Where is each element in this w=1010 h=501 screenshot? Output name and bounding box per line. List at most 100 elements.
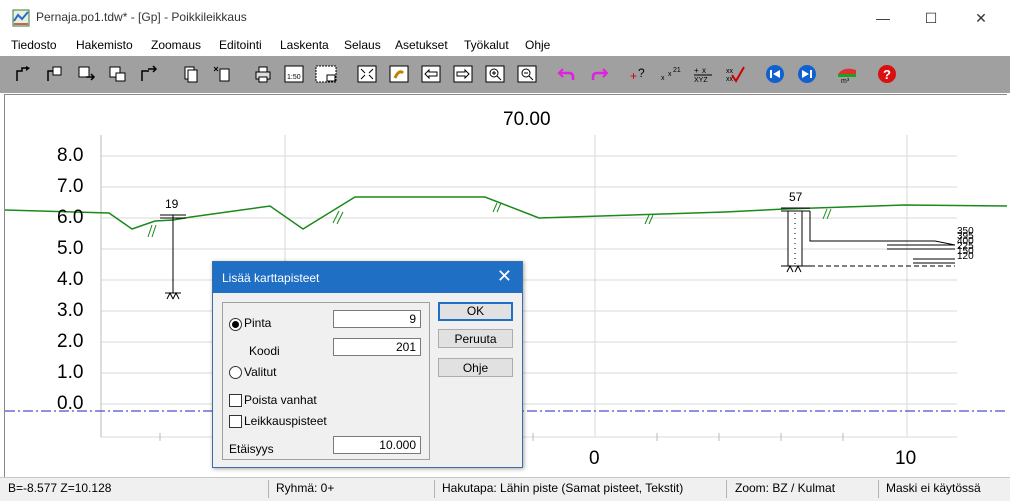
zoom-in-icon[interactable] <box>484 63 506 85</box>
pinta-input[interactable] <box>333 310 421 328</box>
y-tick-label: 8.0 <box>57 145 84 166</box>
radio-valitut[interactable] <box>229 366 242 379</box>
window-title: Pernaja.po1.tdw* - [Gp] - Poikkileikkaus <box>36 10 247 24</box>
status-zoom: Zoom: BZ / Kulmat <box>735 481 836 495</box>
menu-tiedosto[interactable]: Tiedosto <box>11 38 57 52</box>
ok-button[interactable]: OK <box>438 302 513 321</box>
menu-hakemisto[interactable]: Hakemisto <box>76 38 133 52</box>
number-points-icon[interactable]: x x 21 <box>660 63 682 85</box>
svg-text:xx: xx <box>726 68 734 75</box>
save-as-icon[interactable] <box>107 63 129 85</box>
title-bar: Pernaja.po1.tdw* - [Gp] - Poikkileikkaus… <box>0 0 1010 36</box>
poista-vanhat-label: Poista vanhat <box>244 393 317 407</box>
open-alt-icon[interactable] <box>44 63 66 85</box>
undo-icon[interactable] <box>556 63 578 85</box>
point-number-right: 57 <box>789 190 803 204</box>
dialog-title: Lisää karttapisteet <box>222 271 320 285</box>
ground-line <box>5 196 1007 230</box>
save-icon[interactable] <box>76 63 98 85</box>
copy-icon[interactable] <box>180 63 202 85</box>
page-layout-icon[interactable] <box>315 63 337 85</box>
etaisyys-label: Etäisyys <box>229 442 274 456</box>
koodi-label: Koodi <box>249 344 280 358</box>
y-tick-label: 5.0 <box>57 238 84 259</box>
status-mask: Maski ei käytössä <box>886 481 981 495</box>
x-tick-label: 0 <box>589 448 600 469</box>
help-button[interactable]: Ohje <box>438 358 513 377</box>
scale-icon[interactable]: 1:50 <box>283 63 305 85</box>
volume-icon[interactable]: m³ <box>836 63 858 85</box>
svg-text:x: x <box>668 71 672 78</box>
menu-tyokalut[interactable]: Työkalut <box>464 38 509 52</box>
svg-text:?: ? <box>883 67 891 82</box>
leikkauspisteet-checkbox[interactable] <box>229 415 242 428</box>
menu-zoomaus[interactable]: Zoomaus <box>151 38 201 52</box>
dialog-close-icon[interactable]: ✕ <box>497 266 512 287</box>
add-point-icon[interactable]: +? <box>628 63 650 85</box>
next-section-icon[interactable] <box>796 63 818 85</box>
menu-laskenta[interactable]: Laskenta <box>280 38 329 52</box>
previous-section-icon[interactable] <box>764 63 786 85</box>
menu-bar: Tiedosto Hakemisto Zoomaus Editointi Las… <box>0 36 1010 56</box>
radio-pinta-label: Pinta <box>244 316 272 330</box>
close-button[interactable]: ✕ <box>958 6 1004 30</box>
status-search-mode: Hakutapa: Lähin piste (Samat pisteet, Te… <box>442 481 684 495</box>
etaisyys-input[interactable] <box>333 436 421 454</box>
options-group: Pinta Koodi Valitut Poista vanhat Leikka… <box>222 302 430 460</box>
y-tick-label: 1.0 <box>57 362 84 383</box>
minimize-button[interactable]: — <box>860 6 906 30</box>
menu-ohje[interactable]: Ohje <box>525 38 550 52</box>
status-divider <box>878 480 879 498</box>
arrow-right-icon[interactable] <box>452 63 474 85</box>
x-tick-label: 10 <box>895 448 917 469</box>
status-divider <box>726 480 727 498</box>
radio-valitut-label: Valitut <box>244 365 277 379</box>
open-icon[interactable] <box>13 63 35 85</box>
svg-text:21: 21 <box>673 67 681 74</box>
maximize-button[interactable]: ☐ <box>908 6 954 30</box>
dialog-title-bar[interactable]: Lisää karttapisteet ✕ <box>213 262 522 293</box>
koodi-input[interactable] <box>333 338 421 356</box>
status-divider <box>434 480 435 498</box>
zoom-out-icon[interactable] <box>516 63 538 85</box>
zoom-extents-icon[interactable] <box>356 63 378 85</box>
layer-label: 120 <box>957 251 974 262</box>
svg-text:m³: m³ <box>841 78 850 84</box>
print-icon[interactable] <box>252 63 274 85</box>
pan-hand-icon[interactable] <box>388 63 410 85</box>
menu-editointi[interactable]: Editointi <box>219 38 262 52</box>
layer-labels: 350 395 400 225 150 120 <box>957 227 974 262</box>
borehole-left <box>160 214 186 300</box>
svg-text:+: + <box>630 69 637 83</box>
export-icon[interactable] <box>138 63 160 85</box>
svg-text:x: x <box>702 66 706 75</box>
cancel-button[interactable]: Peruuta <box>438 329 513 348</box>
menu-selaus[interactable]: Selaus <box>344 38 381 52</box>
svg-text:1:50: 1:50 <box>287 74 301 81</box>
y-tick-label: 4.0 <box>57 269 84 290</box>
leikkauspisteet-label: Leikkauspisteet <box>244 414 327 428</box>
arrow-left-icon[interactable] <box>420 63 442 85</box>
poista-vanhat-checkbox[interactable] <box>229 394 242 407</box>
section-station-label: 70.00 <box>503 109 551 130</box>
point-number-left: 19 <box>165 197 179 211</box>
add-map-points-dialog: Lisää karttapisteet ✕ Pinta Koodi Valitu… <box>212 261 523 468</box>
help-icon[interactable]: ? <box>876 63 898 85</box>
y-tick-label: 0.0 <box>57 393 84 414</box>
menu-asetukset[interactable]: Asetukset <box>395 38 448 52</box>
y-tick-label: 6.0 <box>57 207 84 228</box>
svg-text:x: x <box>661 75 665 82</box>
new-page-icon[interactable] <box>211 63 233 85</box>
status-divider <box>268 480 269 498</box>
status-coordinates: B=-8.577 Z=10.128 <box>8 481 112 495</box>
check-points-icon[interactable]: xx xx <box>724 63 746 85</box>
app-icon <box>12 9 30 27</box>
y-tick-label: 7.0 <box>57 176 84 197</box>
radio-pinta[interactable] <box>229 318 242 331</box>
xyz-icon[interactable]: + x XYZ <box>692 63 714 85</box>
svg-text:XYZ: XYZ <box>694 77 708 83</box>
status-group: Ryhmä: 0+ <box>276 481 335 495</box>
svg-text:+: + <box>694 66 699 75</box>
y-tick-label: 2.0 <box>57 331 84 352</box>
redo-icon[interactable] <box>588 63 610 85</box>
